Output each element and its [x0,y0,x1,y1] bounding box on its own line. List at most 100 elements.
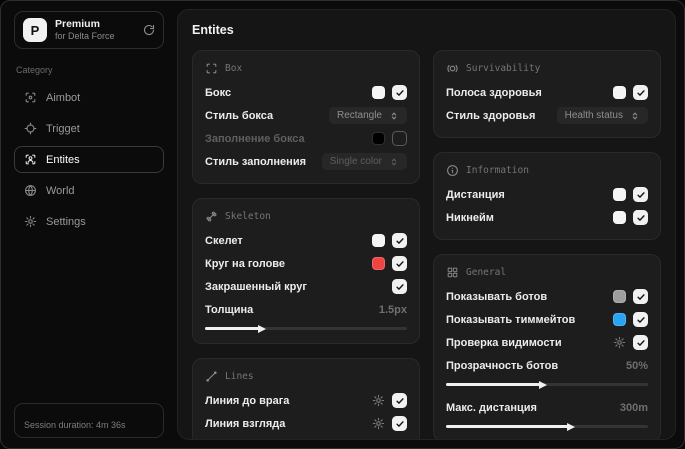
general-icon [446,266,459,279]
checkbox[interactable] [392,131,407,146]
brand-name: Premium [55,18,100,30]
select-value: Rectangle [336,110,382,121]
setting-label: Проверка видимости [446,336,562,349]
sidebar-item-trigget[interactable]: Trigget [14,115,164,142]
card-lines: Lines Линия до врага Линия взгляда [192,358,420,439]
setting-label: Круг на голове [205,257,286,270]
cards-column-left: Box Бокс Стиль бокса Rectangle Заполнение … [192,50,420,439]
aimbot-icon [24,91,37,104]
setting-label: Скелет [205,234,243,247]
setting-label: Заполнение бокса [205,132,305,145]
setting-label: Стиль заполнения [205,155,307,168]
setting-row: Закрашенный круг [205,275,407,298]
sidebar-item-aimbot[interactable]: Aimbot [14,84,164,111]
slider-value: 50% [625,360,648,372]
card-header: Skeleton [205,210,407,223]
checkbox[interactable] [392,279,407,294]
checkbox[interactable] [633,335,648,350]
checkbox[interactable] [633,187,648,202]
cards-columns: Box Бокс Стиль бокса Rectangle Заполнение … [192,50,661,439]
slider-thumb[interactable] [257,324,266,333]
setting-label: Закрашенный круг [205,280,307,293]
checkbox[interactable] [392,85,407,100]
setting-row: Стиль заполнения Single color [205,150,407,173]
category-label: Category [16,65,53,76]
setting-label: Линия до врага [205,394,290,407]
setting-label: Толщина [205,304,254,316]
checkbox[interactable] [633,312,648,327]
setting-row: Никнейм [446,206,648,229]
slider-value: 1.5px [378,304,407,316]
style-select[interactable]: Rectangle [328,107,407,124]
session-card: Session duration: 4m 36s [14,403,164,438]
brand-logo: P [23,18,47,43]
brand-subtitle: for Delta Force [55,31,115,42]
card-header: Information [446,164,648,177]
row-controls [613,187,648,202]
color-swatch[interactable] [372,234,385,247]
color-swatch[interactable] [613,211,626,224]
style-select[interactable]: Health status [556,107,648,124]
setting-row: Прозрачность ботов 50% [446,354,648,389]
slider-track[interactable] [446,422,648,431]
cards-column-right: Survivability Полоса здоровья Стиль здоров… [433,50,661,439]
row-controls [613,335,648,350]
card-title: Box [225,63,243,74]
setting-label: Прозрачность ботов [446,360,559,372]
skeleton-icon [205,210,218,223]
setting-label: Стиль здоровья [446,109,536,122]
checkbox[interactable] [633,85,648,100]
card-header: General [446,266,648,279]
slider-track[interactable] [446,380,648,389]
checkbox[interactable] [633,210,648,225]
sidebar-item-entites[interactable]: Entites [14,146,164,174]
checkbox[interactable] [392,393,407,408]
row-controls [392,279,407,294]
slider-fill [446,425,570,428]
app-window: P Premium for Delta Force Category Aimbo… [0,0,685,449]
gear-icon[interactable] [372,394,385,407]
color-swatch[interactable] [613,86,626,99]
setting-row: Линия взгляда [205,412,407,435]
session-duration-label: Session duration: 4m 36s [24,420,126,430]
page-title: Entites [192,23,234,37]
brand-card: P Premium for Delta Force [14,11,164,50]
setting-row: Стиль бокса Rectangle [205,104,407,127]
gear-icon[interactable] [372,417,385,430]
color-swatch[interactable] [372,86,385,99]
setting-label: Показывать тиммейтов [446,313,576,326]
settings-icon [24,215,37,228]
checkbox[interactable] [392,256,407,271]
trigger-icon [24,122,37,135]
row-controls [372,233,407,248]
setting-label: Полоса здоровья [446,86,542,99]
information-icon [446,164,459,177]
color-swatch[interactable] [613,313,626,326]
row-controls [613,312,648,327]
checkbox[interactable] [633,289,648,304]
slider-track[interactable] [205,324,407,333]
sidebar-item-label: World [46,184,75,197]
color-swatch[interactable] [372,257,385,270]
setting-row: Дистанция [446,183,648,206]
setting-row: Толщина 1.5px [205,298,407,333]
color-swatch[interactable] [613,290,626,303]
sidebar-item-world[interactable]: World [14,177,164,204]
color-swatch[interactable] [613,188,626,201]
style-select[interactable]: Single color [321,153,407,170]
color-swatch[interactable] [372,132,385,145]
slider-thumb[interactable] [538,380,547,389]
setting-row: Бокс [205,81,407,104]
setting-row: Круг на голове [205,252,407,275]
sidebar-item-settings[interactable]: Settings [14,208,164,235]
sidebar-item-label: Trigget [46,122,80,135]
checkbox[interactable] [392,233,407,248]
slider-thumb[interactable] [567,422,576,431]
setting-label: Макс. дистанция [446,402,537,414]
refresh-icon[interactable] [143,24,155,36]
card-header: Box [205,62,407,75]
world-icon [24,184,37,197]
checkbox[interactable] [392,416,407,431]
card-box: Box Бокс Стиль бокса Rectangle Заполнение … [192,50,420,184]
gear-icon[interactable] [613,336,626,349]
